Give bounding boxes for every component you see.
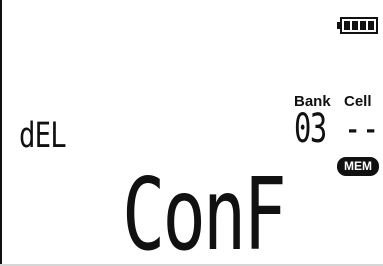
lcd-display: dEL Bank Cell 03 -- MEM ConF bbox=[0, 0, 383, 266]
battery-bar bbox=[368, 21, 374, 30]
cell-value: -- bbox=[344, 106, 381, 152]
battery-icon bbox=[337, 17, 378, 34]
battery-bar bbox=[352, 21, 358, 30]
battery-bar bbox=[360, 21, 366, 30]
mode-text: dEL bbox=[19, 116, 67, 156]
mem-badge: MEM bbox=[337, 157, 379, 176]
bank-value: 03 bbox=[294, 106, 327, 152]
main-readout: ConF bbox=[122, 156, 287, 266]
battery-bar bbox=[344, 21, 350, 30]
display-frame-left bbox=[0, 0, 2, 266]
